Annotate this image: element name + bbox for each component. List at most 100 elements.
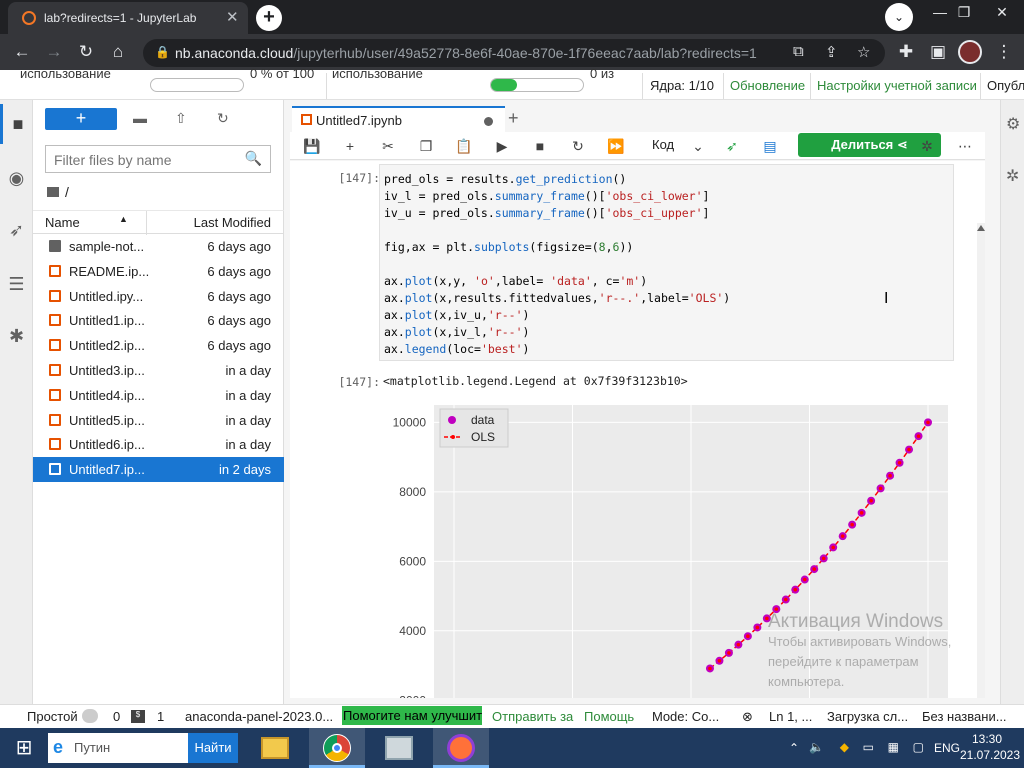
- cut-icon[interactable]: ✂: [376, 135, 400, 157]
- close-tab-icon[interactable]: ✕: [226, 8, 239, 26]
- filter-placeholder: Filter files by name: [54, 152, 172, 168]
- property-inspector-gear-icon[interactable]: ⚙: [1006, 114, 1020, 134]
- unsaved-dot-icon[interactable]: [484, 117, 493, 126]
- y-tick-label: 6000: [399, 554, 426, 568]
- publish-link[interactable]: Опубл: [987, 78, 1024, 93]
- stop-icon[interactable]: ■: [528, 135, 552, 157]
- new-tab-plus-icon[interactable]: +: [508, 108, 519, 129]
- launch-rocket-icon[interactable]: ➶: [0, 210, 33, 250]
- run-all-icon[interactable]: ⏩: [604, 135, 628, 157]
- network-icon[interactable]: ▦: [888, 740, 899, 754]
- extensions-icon[interactable]: ✚: [894, 40, 918, 64]
- file-row[interactable]: Untitled7.ip... in 2 days: [33, 457, 284, 482]
- paste-icon[interactable]: 📋: [452, 135, 476, 157]
- cursor-position[interactable]: Ln 1, ...: [769, 709, 812, 724]
- volume-icon[interactable]: 🔈: [809, 740, 824, 754]
- profile-avatar[interactable]: [958, 40, 982, 64]
- help-link[interactable]: Помощь: [584, 709, 634, 724]
- tab-search-icon[interactable]: ⌄: [885, 3, 913, 31]
- file-row[interactable]: Untitled.ipy... 6 days ago: [33, 284, 284, 309]
- file-row[interactable]: Untitled3.ip... in a day: [33, 358, 284, 383]
- ols-point: [755, 625, 760, 630]
- copy-icon[interactable]: ❐: [414, 135, 438, 157]
- watermark-line: Чтобы активировать Windows,: [768, 634, 952, 649]
- ols-point: [727, 651, 731, 655]
- address-bar[interactable]: 🔒 nb.anaconda.cloud/jupyterhub/user/49a5…: [143, 39, 885, 67]
- col-name-header[interactable]: Name: [45, 215, 80, 230]
- home-icon[interactable]: ⌂: [106, 40, 130, 64]
- deploy-rocket-icon[interactable]: ➶: [720, 135, 744, 157]
- file-row[interactable]: Untitled4.ip... in a day: [33, 383, 284, 408]
- file-row[interactable]: README.ip... 6 days ago: [33, 259, 284, 284]
- cell-type-select[interactable]: Код: [652, 137, 674, 152]
- debugger-bug-icon[interactable]: ✲: [915, 135, 939, 157]
- edge-icon: e: [53, 737, 64, 757]
- reload-icon[interactable]: ↻: [74, 40, 98, 64]
- table-of-contents-icon[interactable]: ☰: [0, 264, 33, 304]
- new-folder-icon[interactable]: ▬: [133, 110, 147, 126]
- ols-point: [717, 659, 722, 663]
- more-icon[interactable]: ⋯: [953, 135, 977, 157]
- share-label: Делиться: [831, 137, 894, 152]
- translate-icon[interactable]: ⧉: [793, 43, 804, 60]
- column-divider[interactable]: [146, 211, 147, 235]
- tray-expand-icon[interactable]: ⌃: [789, 741, 799, 755]
- send-link[interactable]: Отправить за: [492, 709, 575, 724]
- scrollbar[interactable]: [975, 223, 985, 698]
- file-browser-folder-icon[interactable]: ■: [0, 104, 33, 144]
- file-row[interactable]: Untitled2.ip... 6 days ago: [33, 333, 284, 358]
- debugger-icon[interactable]: ✲: [1006, 166, 1019, 186]
- insert-cell-icon[interactable]: +: [338, 135, 362, 157]
- taskbar-find-button[interactable]: Найти: [188, 733, 238, 763]
- clock-time[interactable]: 13:30: [962, 732, 1012, 746]
- browser-tab[interactable]: lab?redirects=1 - JupyterLab ✕: [8, 2, 248, 34]
- new-launcher-button[interactable]: +: [45, 108, 117, 130]
- windows-start-icon[interactable]: ⊞: [0, 728, 48, 768]
- file-row[interactable]: Untitled6.ip... in a day: [33, 432, 284, 457]
- forward-icon[interactable]: →: [42, 40, 66, 64]
- divider: [642, 73, 643, 99]
- filter-files-input[interactable]: Filter files by name 🔍: [45, 145, 271, 173]
- file-name: Untitled7.ip...: [69, 462, 145, 478]
- file-row[interactable]: Untitled1.ip... 6 days ago: [33, 308, 284, 333]
- side-panel-icon[interactable]: ▣: [926, 40, 950, 64]
- back-icon[interactable]: ←: [10, 40, 34, 64]
- file-row[interactable]: Untitled5.ip... in a day: [33, 408, 284, 433]
- new-tab-button[interactable]: +: [256, 5, 282, 31]
- menu-icon[interactable]: ⋮: [992, 40, 1016, 64]
- simple-mode-toggle[interactable]: [82, 709, 98, 723]
- share-page-icon[interactable]: ⇪: [825, 43, 838, 61]
- file-explorer-icon[interactable]: [247, 728, 303, 768]
- running-kernels-icon[interactable]: ◉: [0, 158, 33, 198]
- panel-status[interactable]: anaconda-panel-2023.0...: [185, 709, 333, 724]
- save-icon[interactable]: 💾: [300, 135, 324, 157]
- panel-icon[interactable]: ▤: [758, 135, 782, 157]
- chrome-icon[interactable]: [309, 728, 365, 768]
- clock-date[interactable]: 21.07.2023: [956, 748, 1024, 762]
- close-window-icon[interactable]: ✕: [980, 0, 1024, 30]
- col-modified-header[interactable]: Last Modified: [194, 215, 271, 230]
- resource-monitor-icon[interactable]: [371, 728, 427, 768]
- file-row[interactable]: sample-not... 6 days ago: [33, 234, 284, 259]
- firefox-icon[interactable]: [433, 728, 489, 768]
- display-icon[interactable]: ▢: [913, 740, 924, 754]
- power-icon[interactable]: ▭: [863, 740, 874, 754]
- security-icon[interactable]: ◆: [840, 740, 849, 754]
- file-name: sample-not...: [69, 239, 145, 254]
- restart-icon[interactable]: ↻: [566, 135, 590, 157]
- taskbar-search-input[interactable]: e Путин: [48, 733, 188, 763]
- update-link[interactable]: Обновление: [730, 78, 805, 93]
- notebook-tab[interactable]: Untitled7.ipynb: [292, 106, 505, 132]
- code-cell[interactable]: pred_ols = results.get_prediction() iv_l …: [379, 164, 954, 361]
- refresh-icon[interactable]: ↻: [217, 110, 229, 127]
- breadcrumb[interactable]: /: [47, 184, 69, 200]
- account-settings-link[interactable]: Настройки учетной записи: [817, 78, 977, 93]
- upload-icon[interactable]: ⇧: [175, 110, 187, 127]
- ols-point: [869, 498, 873, 503]
- run-icon[interactable]: ▶: [490, 135, 514, 157]
- bookmark-star-icon[interactable]: ☆: [857, 43, 870, 61]
- extension-puzzle-icon[interactable]: ✱: [0, 316, 33, 356]
- chevron-down-icon[interactable]: ⌄: [686, 135, 710, 157]
- terminal-icon: $: [131, 710, 145, 723]
- help-improve-banner[interactable]: Помогите нам улучшить: [342, 706, 482, 725]
